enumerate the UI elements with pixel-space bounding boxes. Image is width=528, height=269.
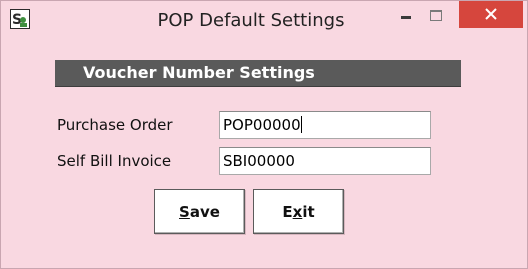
self-bill-invoice-label: Self Bill Invoice [57,152,172,170]
exit-button-mnemonic: x [292,202,303,221]
exit-button-label-start: E [282,202,293,221]
purchase-order-field[interactable]: POP00000 [219,111,431,139]
section-header-label: Voucher Number Settings [83,63,315,82]
exit-button-label-rest: it [302,202,315,221]
text-caret [300,116,302,133]
purchase-order-value: POP00000 [223,116,301,134]
close-button[interactable] [459,1,523,28]
save-button-mnemonic: S [179,202,190,221]
purchase-order-label: Purchase Order [57,116,173,134]
maximize-icon [430,9,442,21]
title-bar[interactable]: S POP Default Settings [1,1,527,39]
window-title: POP Default Settings [157,10,345,31]
save-button-label-rest: ave [189,202,220,221]
settings-window: S POP Default Settings Voucher Number Se… [0,0,528,269]
app-logo-icon[interactable]: S [10,9,30,29]
close-icon [485,5,497,24]
self-bill-invoice-field[interactable]: SBI00000 [219,147,431,175]
save-button[interactable]: Save [154,189,245,234]
maximize-button[interactable] [413,1,459,29]
exit-button[interactable]: Ex it [253,189,344,234]
section-header: Voucher Number Settings [55,60,461,87]
minimize-icon [401,15,411,19]
self-bill-invoice-value: SBI00000 [223,152,295,170]
